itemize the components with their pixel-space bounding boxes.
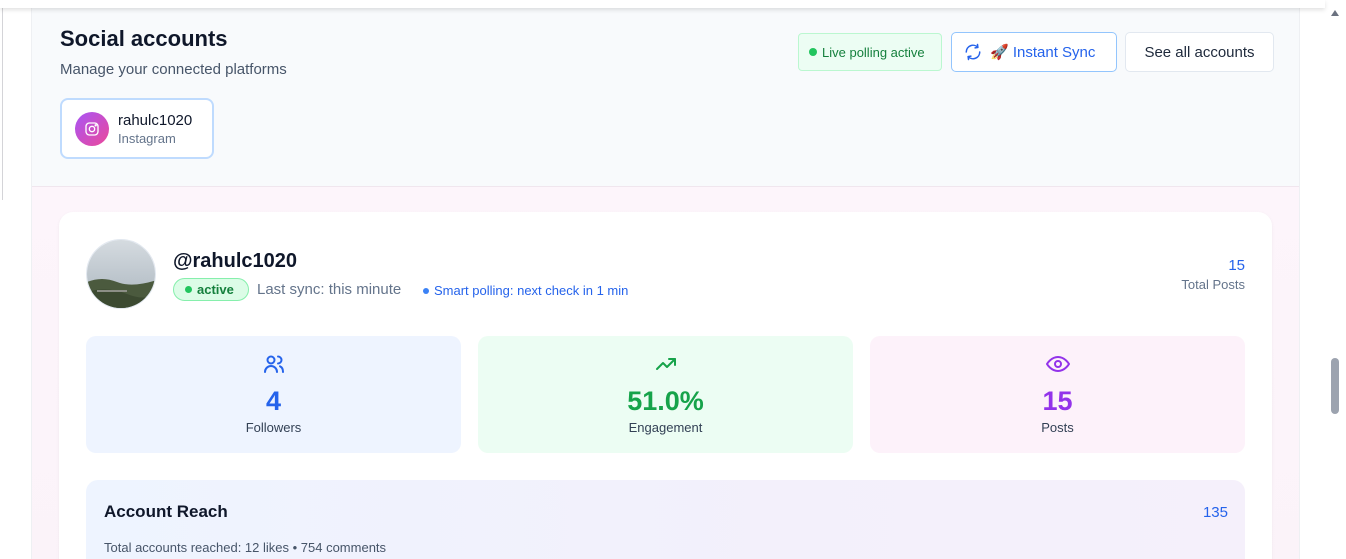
polling-dot-icon xyxy=(423,287,429,294)
status-badge: active xyxy=(173,278,249,301)
followers-label: Followers xyxy=(245,420,302,435)
trending-up-icon xyxy=(655,358,676,370)
scroll-up-arrow-icon[interactable] xyxy=(1331,10,1339,16)
account-chip-platform: Instagram xyxy=(118,130,176,146)
total-posts-value: 15 xyxy=(1228,257,1245,274)
scrollbar[interactable] xyxy=(1326,0,1346,559)
last-sync-text: Last sync: this minute xyxy=(257,281,402,298)
posts-value: 15 xyxy=(1042,386,1073,416)
account-chip-name: rahulc1020 xyxy=(118,111,193,129)
account-reach-panel: Account Reach 135 Total accounts reached… xyxy=(86,480,1245,559)
reach-title: Account Reach xyxy=(104,502,228,521)
profile-handle: @rahulc1020 xyxy=(173,250,298,272)
page-subtitle: Manage your connected platforms xyxy=(60,61,287,78)
followers-stat-card: 4 Followers xyxy=(86,336,461,453)
see-all-accounts-button[interactable]: See all accounts xyxy=(1125,32,1274,72)
left-edge xyxy=(0,0,3,200)
status-label: active xyxy=(197,282,234,297)
eye-icon xyxy=(1045,356,1070,372)
smart-polling-text: Smart polling: next check in 1 min xyxy=(434,283,629,298)
reach-value: 135 xyxy=(1202,504,1228,521)
smart-polling-indicator: Smart polling: next check in 1 min xyxy=(423,283,628,298)
posts-label: Posts xyxy=(1041,420,1074,435)
live-polling-label: Live polling active xyxy=(822,44,925,60)
scrollbar-thumb[interactable] xyxy=(1331,358,1339,414)
refresh-icon xyxy=(965,43,981,61)
reach-description: Total accounts reached: 12 likes • 754 c… xyxy=(104,540,387,555)
followers-value: 4 xyxy=(265,386,282,416)
total-posts-label: Total Posts xyxy=(1181,277,1245,292)
instagram-icon xyxy=(75,111,109,146)
live-dot-icon xyxy=(809,48,817,56)
instant-sync-label: 🚀 Instant Sync xyxy=(990,44,1096,61)
browser-top-edge xyxy=(0,0,1325,8)
account-chip-instagram[interactable]: rahulc1020 Instagram xyxy=(60,98,214,159)
posts-stat-card: 15 Posts xyxy=(870,336,1245,453)
active-dot-icon xyxy=(185,286,192,293)
avatar xyxy=(86,239,156,309)
page-title: Social accounts xyxy=(60,26,228,51)
profile-card: @rahulc1020 active Last sync: this minut… xyxy=(59,212,1272,559)
instant-sync-button[interactable]: 🚀 Instant Sync xyxy=(951,32,1117,72)
engagement-label: Engagement xyxy=(628,420,703,435)
live-polling-badge: Live polling active xyxy=(798,33,942,71)
engagement-stat-card: 51.0% Engagement xyxy=(478,336,853,453)
users-icon xyxy=(263,355,284,373)
engagement-value: 51.0% xyxy=(627,386,704,416)
